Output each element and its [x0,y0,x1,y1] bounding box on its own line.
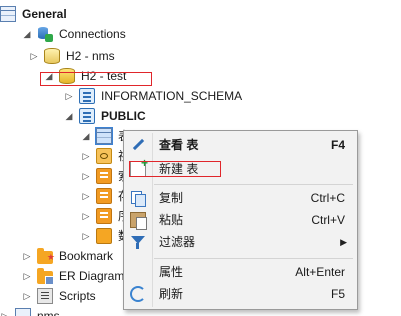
collapsed-arrow-icon[interactable]: ▷ [81,171,91,181]
collapsed-arrow-icon[interactable]: ▷ [22,251,32,261]
datatype-icon [96,228,112,244]
sequence-icon [96,208,112,224]
project-icon [0,6,16,22]
tree-item-bookmarks[interactable]: ▷ Bookmark [22,246,114,267]
tree-label-information-schema: INFORMATION_SCHEMA [101,89,243,103]
tree-label-h2-nms: H2 - nms [66,49,115,63]
submenu-arrow-icon: ▶ [340,237,347,247]
pencil-icon [130,137,146,153]
tree-item-h2-test[interactable]: ◢ H2 - test [44,66,126,86]
index-icon [96,168,112,184]
expanded-arrow-icon[interactable]: ◢ [81,131,91,141]
expanded-arrow-icon[interactable]: ◢ [64,111,74,121]
tree-label-connections: Connections [59,27,126,41]
collapsed-arrow-icon[interactable]: ▷ [22,291,32,301]
database-navigator: General ◢ Connections ▷ H2 - nms ◢ H2 - … [0,0,401,316]
menu-label-properties: 属性 [159,265,184,279]
schema-icon [79,88,95,104]
menu-shortcut-refresh: F5 [330,287,345,301]
connections-icon [37,26,53,42]
context-menu: 查看 表 F4 新建 表 复制 Ctrl+C 粘贴 Ctrl+V 过滤器 ▶ 属… [123,130,358,310]
menu-item-view-table[interactable]: 查看 表 F4 [124,134,357,156]
tree-label-h2-test: H2 - test [81,69,127,83]
tree-item-public[interactable]: ◢ PUBLIC [64,106,146,126]
er-diagram-folder-icon [37,267,54,285]
menu-shortcut-paste: Ctrl+V [311,213,345,227]
tree-label-nms: nms [37,309,60,316]
collapsed-arrow-icon[interactable]: ▷ [64,91,74,101]
menu-separator [154,258,353,259]
menu-shortcut-view-table: F4 [330,138,345,152]
menu-shortcut-properties: Alt+Enter [295,265,345,279]
filter-icon [130,234,146,250]
new-table-icon [130,156,148,177]
collapsed-arrow-icon[interactable]: ▷ [0,311,10,316]
tree-label-bookmarks: Bookmark [59,249,114,263]
refresh-icon [130,286,146,302]
menu-item-filter[interactable]: 过滤器 ▶ [124,231,357,253]
menu-shortcut-copy: Ctrl+C [310,191,345,205]
menu-label-paste: 粘贴 [159,213,184,227]
collapsed-arrow-icon[interactable]: ▷ [81,231,91,241]
tree-label-scripts: Scripts [59,289,96,303]
bookmarks-folder-icon [37,247,55,267]
collapsed-arrow-icon[interactable]: ▷ [81,191,91,201]
tree-item-information-schema[interactable]: ▷ INFORMATION_SCHEMA [64,86,242,106]
tree-label-general: General [22,7,67,21]
tree-item-connections[interactable]: ◢ Connections [22,24,126,44]
copy-icon [130,190,146,207]
tree-item-nms[interactable]: ▷ nms [0,306,60,316]
tree-item-scripts[interactable]: ▷ Scripts [22,286,96,306]
menu-label-filter: 过滤器 [159,235,196,249]
menu-label-copy: 复制 [159,191,184,205]
procedure-icon [96,188,112,204]
menu-separator [154,184,353,185]
tree-label-public: PUBLIC [101,109,146,123]
tree-label-er-diagrams: ER Diagram [59,269,125,283]
menu-item-new-table[interactable]: 新建 表 [124,156,357,180]
database-icon [44,48,60,64]
project-icon [15,308,31,316]
paste-icon [130,212,147,230]
menu-label-view-table: 查看 表 [159,138,199,152]
tree-item-general[interactable]: General [0,4,67,24]
collapsed-arrow-icon[interactable]: ▷ [29,51,39,61]
collapsed-arrow-icon[interactable]: ▷ [22,271,32,281]
tables-folder-icon [95,127,113,145]
scripts-icon [37,288,53,304]
schema-icon [79,108,95,124]
tree-item-er-diagrams[interactable]: ▷ ER Diagram [22,266,124,286]
menu-label-refresh: 刷新 [159,287,184,301]
database-connected-icon [59,68,75,84]
tree-item-h2-nms[interactable]: ▷ H2 - nms [29,46,115,66]
collapsed-arrow-icon[interactable]: ▷ [81,151,91,161]
menu-item-refresh[interactable]: 刷新 F5 [124,283,357,305]
view-icon [96,148,112,164]
expanded-arrow-icon[interactable]: ◢ [44,71,54,81]
menu-item-paste[interactable]: 粘贴 Ctrl+V [124,209,357,231]
menu-item-properties[interactable]: 属性 Alt+Enter [124,261,357,283]
expanded-arrow-icon[interactable]: ◢ [22,29,32,39]
collapsed-arrow-icon[interactable]: ▷ [81,211,91,221]
menu-item-copy[interactable]: 复制 Ctrl+C [124,187,357,209]
menu-label-new-table: 新建 表 [159,162,199,176]
